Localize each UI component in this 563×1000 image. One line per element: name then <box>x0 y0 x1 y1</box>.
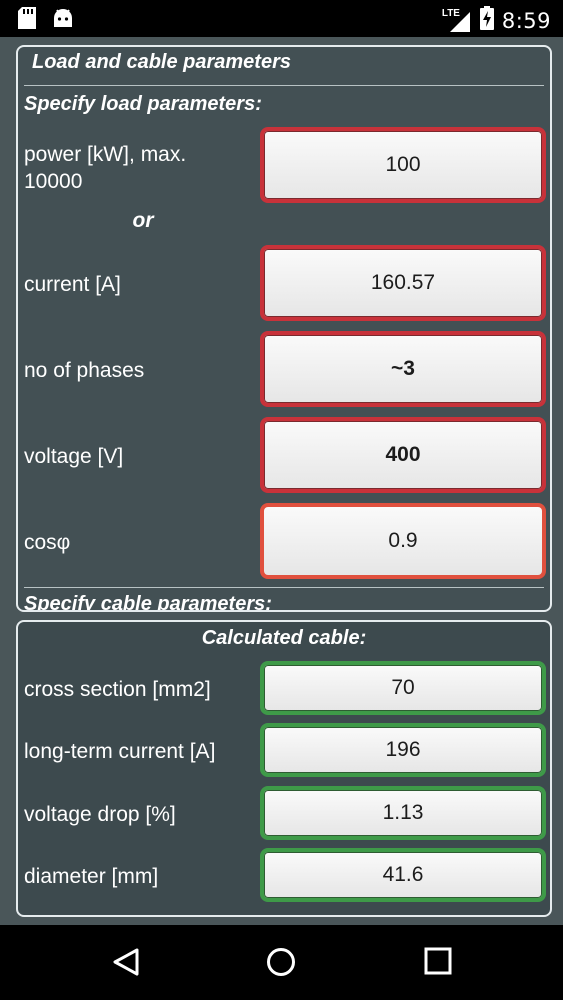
power-label: power [kW], max. 10000 <box>24 143 187 193</box>
or-label: or <box>132 209 154 232</box>
phases-label: no of phases <box>24 359 145 382</box>
back-icon[interactable] <box>112 947 140 982</box>
battery-charging-icon <box>479 6 494 35</box>
load-parameters-panel[interactable]: Load and cable parameters Specify load p… <box>16 45 552 612</box>
cosphi-label: cosφ <box>24 531 71 554</box>
divider <box>24 587 544 588</box>
current-input[interactable]: 160.57 <box>260 245 546 321</box>
panel-title: Load and cable parameters <box>32 51 291 73</box>
cable-section-heading: Specify cable parameters: <box>24 593 272 612</box>
panel-title: Calculated cable: <box>201 627 367 649</box>
home-icon[interactable] <box>266 947 296 982</box>
cosphi-input[interactable]: 0.9 <box>260 503 546 579</box>
current-label: current [A] <box>24 273 121 296</box>
diameter-label: diameter [mm] <box>24 865 159 888</box>
cross-section-value: 70 <box>260 661 546 715</box>
android-icon <box>52 7 74 34</box>
voltage-drop-label: voltage drop [%] <box>24 803 176 826</box>
voltage-select[interactable]: 400 <box>260 417 546 493</box>
diameter-value: 41.6 <box>260 848 546 902</box>
calculated-cable-panel: Calculated cable: cross section [mm2] 70… <box>16 620 552 917</box>
clock: 8:59 <box>501 8 551 33</box>
navigation-bar <box>0 925 563 1000</box>
divider <box>24 85 544 86</box>
long-term-current-value: 196 <box>260 723 546 777</box>
recents-icon[interactable] <box>424 947 452 980</box>
signal-icon: LTE <box>442 8 472 34</box>
sd-card-icon <box>18 7 36 34</box>
phases-select[interactable]: ~3 <box>260 331 546 407</box>
long-term-current-label: long-term current [A] <box>24 740 216 763</box>
voltage-drop-value: 1.13 <box>260 786 546 840</box>
cross-section-label: cross section [mm2] <box>24 678 211 701</box>
load-section-heading: Specify load parameters: <box>24 93 262 115</box>
voltage-label: voltage [V] <box>24 445 124 468</box>
power-input[interactable]: 100 <box>260 127 546 203</box>
status-bar: LTE 8:59 <box>0 0 563 37</box>
